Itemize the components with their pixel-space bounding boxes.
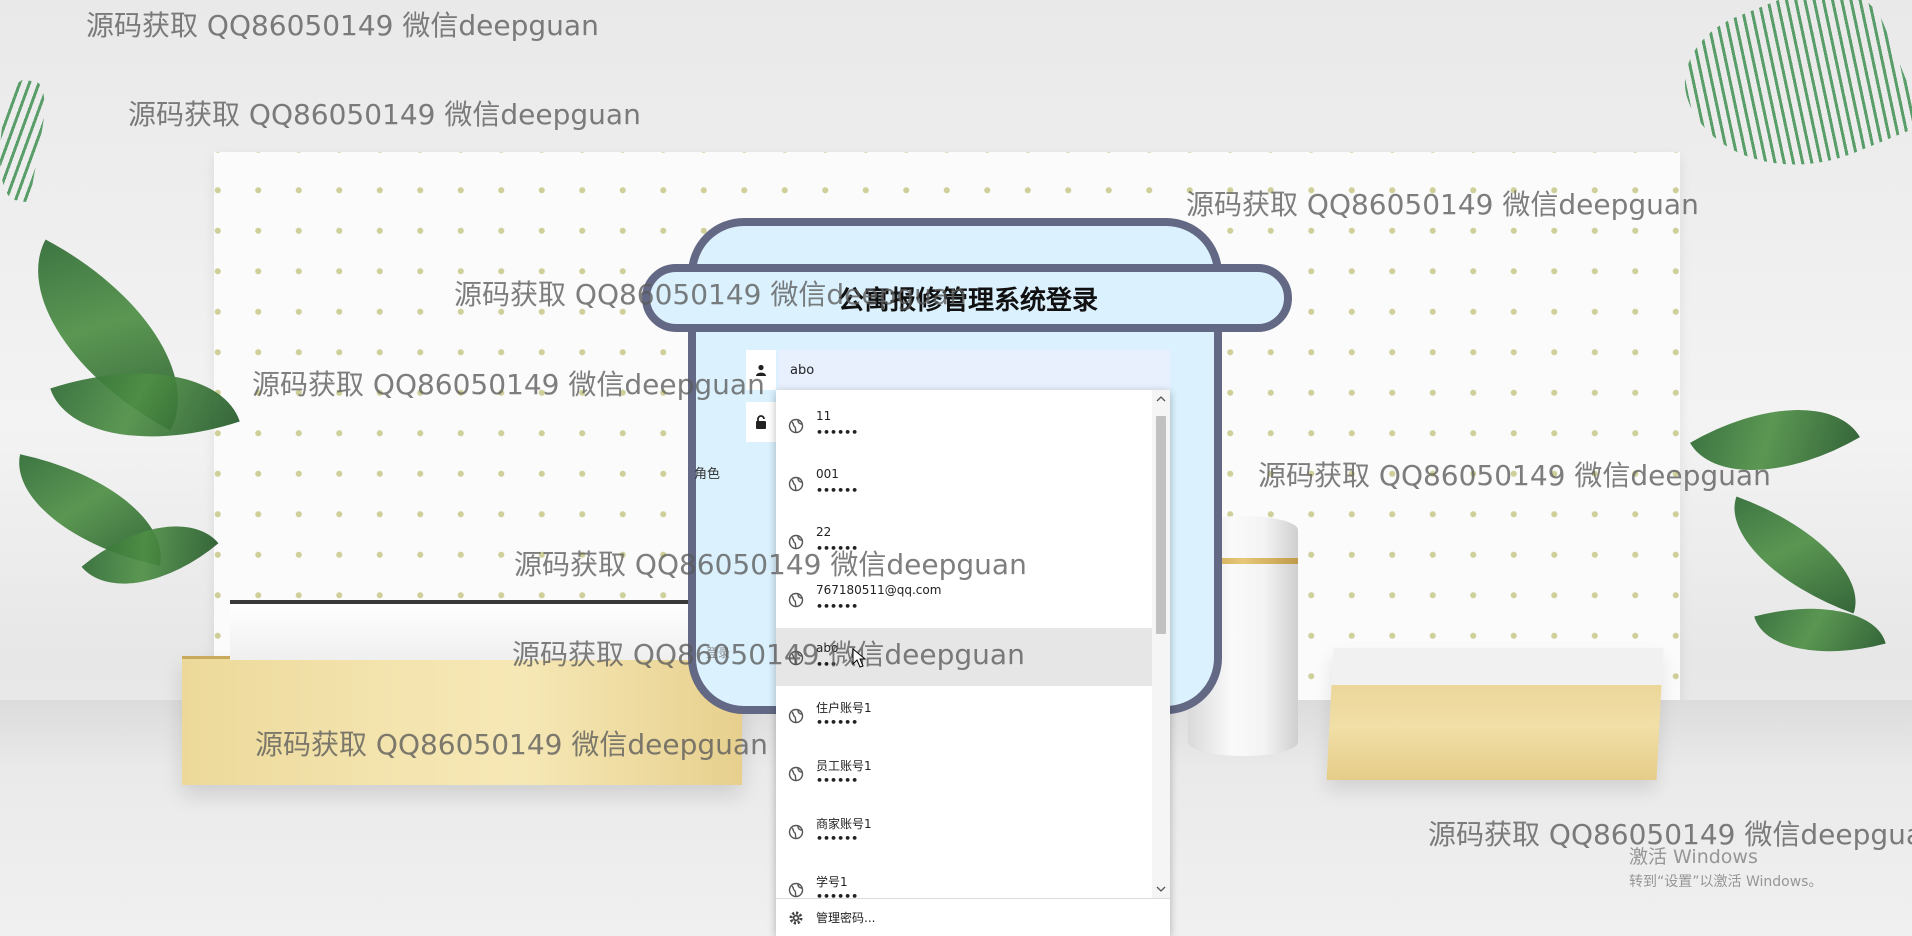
manage-passwords-label: 管理密码... [816,911,876,925]
background-box [1326,648,1664,780]
windows-activation-notice: 激活 Windows 转到“设置”以激活 Windows。 [1629,842,1822,891]
scroll-thumb[interactable] [1156,416,1166,634]
palm-frond [0,77,51,203]
globe-icon [788,708,804,724]
autofill-entry-username: 员工账号1 [816,759,872,773]
autofill-entry-username: 11 [816,409,832,423]
autofill-list: 11 •••••• 001 •••••• 22 •••••• 767180511@qq.co… [776,390,1152,898]
palm-frond [1665,0,1912,204]
autofill-entry[interactable]: 767180511@qq.com •••••• [776,570,1152,628]
autofill-entry-password: •••••• [816,890,859,898]
scroll-up-button[interactable] [1152,390,1170,408]
globe-icon [788,476,804,492]
background-pedestal [182,656,742,785]
autofill-entry[interactable]: 001 •••••• [776,454,1152,512]
autofill-entry-username: 住户账号1 [816,701,872,715]
autofill-entry-password: •••••• [816,426,859,439]
autofill-entry[interactable]: 住户账号1 •••••• [776,686,1152,744]
globe-icon [788,592,804,608]
autofill-entry-password: •••••• [816,716,859,729]
autofill-entry[interactable]: 11 •••••• [776,396,1152,454]
password-icon-box [746,402,776,442]
autofill-entry-username: 商家账号1 [816,817,872,831]
scrollbar[interactable] [1152,390,1170,898]
globe-icon [788,650,804,666]
plant-leaf [1690,367,1860,513]
globe-icon [788,882,804,898]
autofill-entry-password: •••••• [816,600,859,613]
globe-icon [788,418,804,434]
scroll-down-button[interactable] [1152,880,1170,898]
autofill-entry-username: 学号1 [816,875,848,889]
globe-icon [788,766,804,782]
password-autofill-dropdown[interactable]: 11 •••••• 001 •••••• 22 •••••• 767180511@qq.co… [776,390,1170,936]
autofill-entry-username: 001 [816,467,839,481]
manage-passwords-button[interactable]: 管理密码... [776,898,1170,936]
autofill-entry-password: •••••• [816,832,859,845]
mouse-cursor-icon [852,648,867,668]
role-label: 角色 [694,467,721,482]
gear-icon [789,911,803,924]
lock-icon [756,415,766,429]
activation-title: 激活 Windows [1629,846,1758,868]
background-pedestal-top [230,600,700,660]
autofill-entry-username: 22 [816,525,832,539]
login-button[interactable]: 登录 [706,644,776,664]
plant-leaf [1712,496,1878,614]
autofill-entry[interactable]: 员工账号1 •••••• [776,744,1152,802]
autofill-entry[interactable]: 学号1 •••••• [776,860,1152,898]
autofill-entry[interactable]: 22 •••••• [776,512,1152,570]
autofill-entry[interactable]: 商家账号1 •••••• [776,802,1152,860]
autofill-entry-password: •••••• [816,484,859,497]
title-bar: 公寓报修管理系统登录 [642,264,1292,332]
autofill-entry-username: 767180511@qq.com [816,583,942,597]
chevron-up-icon [1156,396,1166,402]
autofill-entry-password: •••••• [816,774,859,787]
activation-subtitle: 转到“设置”以激活 Windows。 [1629,874,1823,890]
watermark: 源码获取 QQ86050149 微信deepguan [128,98,641,131]
autofill-entry-username: abo [816,641,839,655]
user-icon [756,364,766,376]
autofill-entry[interactable]: abo ••• [776,628,1152,686]
globe-icon [788,534,804,550]
watermark: 源码获取 QQ86050149 微信deepguan [86,9,599,42]
autofill-entry-password: ••• [816,658,838,671]
autofill-entry-password: •••••• [816,542,859,555]
username-input[interactable] [778,350,1170,390]
username-icon-box [746,350,776,390]
chevron-down-icon [1156,886,1166,892]
globe-icon [788,824,804,840]
page-title: 公寓报修管理系统登录 [837,285,1098,316]
